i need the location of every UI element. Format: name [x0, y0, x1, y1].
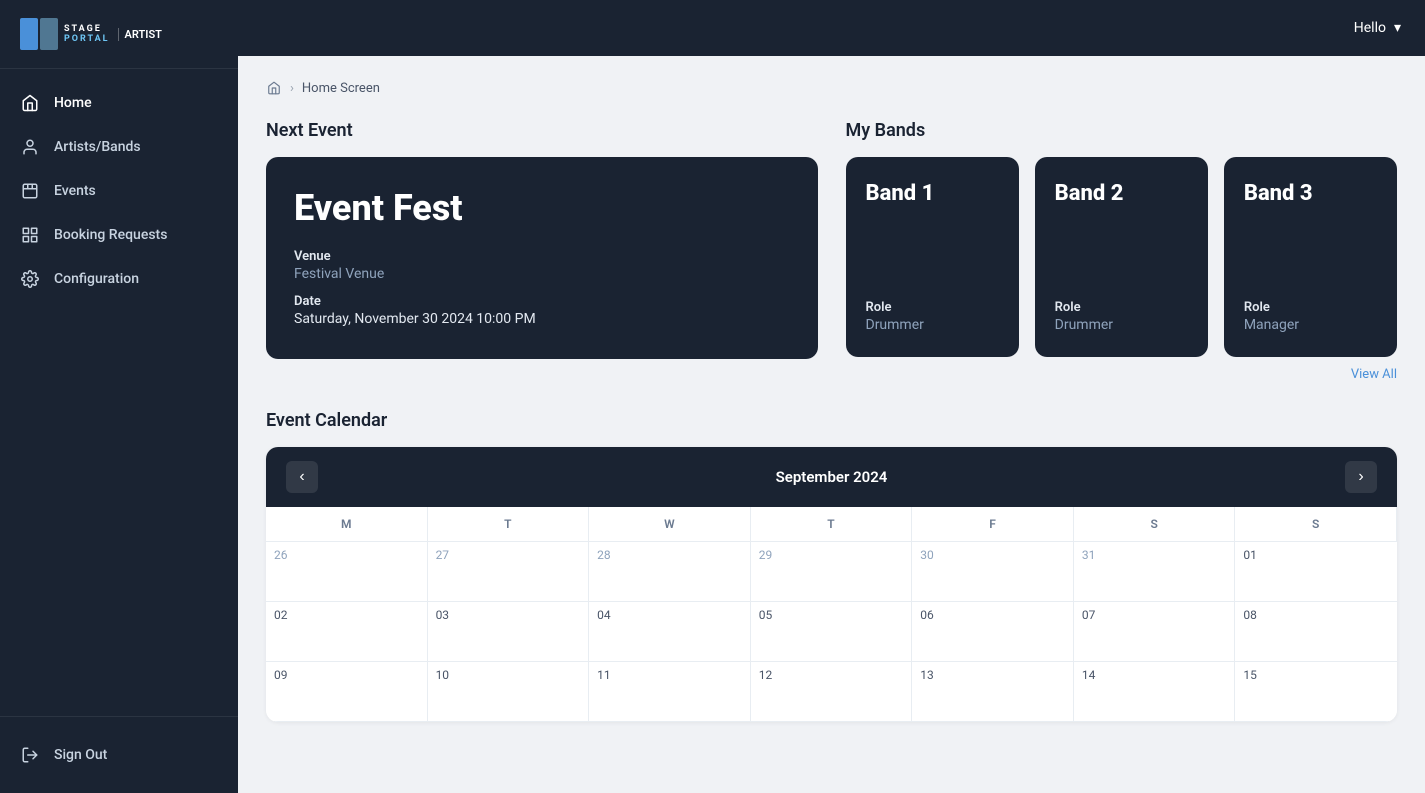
top-sections: Next Event Event Fest Venue Festival Ven…	[266, 120, 1397, 382]
cal-cell-14[interactable]: 14	[1074, 662, 1236, 722]
logo-icon	[20, 18, 58, 50]
sidebar-item-label-events: Events	[54, 183, 96, 199]
cal-cell-07[interactable]: 07	[1074, 602, 1236, 662]
calendar-next-button[interactable]: ›	[1345, 461, 1377, 493]
cal-cell-03[interactable]: 03	[428, 602, 590, 662]
sidebar-footer: Sign Out	[0, 716, 238, 793]
topbar: Hello ▾	[238, 0, 1425, 56]
band-name-0: Band 1	[866, 181, 999, 206]
cal-cell-01[interactable]: 01	[1235, 542, 1397, 602]
cal-header-sat: S	[1074, 507, 1236, 542]
cal-header-sun: S	[1235, 507, 1397, 542]
main-area: Hello ▾ › Home Screen Next Event Event F…	[238, 0, 1425, 793]
next-event-title: Next Event	[266, 120, 818, 141]
breadcrumb-home-icon[interactable]	[266, 80, 282, 96]
date-value: Saturday, November 30 2024 10:00 PM	[294, 311, 790, 327]
logo: STAGE PORTAL ARTIST	[0, 0, 238, 69]
breadcrumb: › Home Screen	[266, 80, 1397, 96]
cal-cell-27a[interactable]: 27	[428, 542, 590, 602]
my-bands-title: My Bands	[846, 120, 1398, 141]
cal-cell-13[interactable]: 13	[912, 662, 1074, 722]
cal-cell-04[interactable]: 04	[589, 602, 751, 662]
cal-header-fri: F	[912, 507, 1074, 542]
event-calendar-section: Event Calendar ‹ September 2024 › M T W …	[266, 410, 1397, 722]
cal-cell-29a[interactable]: 29	[751, 542, 913, 602]
event-name: Event Fest	[294, 189, 790, 229]
next-event-card[interactable]: Event Fest Venue Festival Venue Date Sat…	[266, 157, 818, 359]
sidebar-item-home[interactable]: Home	[0, 81, 238, 125]
band-role-value-1: Drummer	[1055, 317, 1188, 333]
cal-cell-09[interactable]: 09	[266, 662, 428, 722]
user-icon	[20, 137, 40, 157]
logo-portal: PORTAL	[64, 34, 110, 44]
cal-cell-10[interactable]: 10	[428, 662, 590, 722]
band-name-1: Band 2	[1055, 181, 1188, 206]
band-card-0[interactable]: Band 1 Role Drummer	[846, 157, 1019, 357]
sidebar-item-events[interactable]: Events	[0, 169, 238, 213]
band-role-label-2: Role	[1244, 300, 1377, 315]
calendar-header: ‹ September 2024 ›	[266, 447, 1397, 507]
view-all-link[interactable]: View All	[1351, 367, 1397, 382]
sidebar-item-artists-bands[interactable]: Artists/Bands	[0, 125, 238, 169]
sidebar-item-label-artists: Artists/Bands	[54, 139, 141, 155]
user-dropdown[interactable]: Hello ▾	[1354, 20, 1401, 36]
cal-header-mon: M	[266, 507, 428, 542]
main-content: › Home Screen Next Event Event Fest Venu…	[238, 56, 1425, 793]
venue-value: Festival Venue	[294, 266, 790, 282]
venue-label: Venue	[294, 249, 790, 264]
cal-cell-02[interactable]: 02	[266, 602, 428, 662]
cal-cell-08[interactable]: 08	[1235, 602, 1397, 662]
sign-out-label: Sign Out	[54, 747, 107, 763]
booking-icon	[20, 225, 40, 245]
bands-grid: Band 1 Role Drummer Band 2 Role Drummer	[846, 157, 1398, 357]
band-role-label-0: Role	[866, 300, 999, 315]
home-icon	[20, 93, 40, 113]
sidebar-item-configuration[interactable]: Configuration	[0, 257, 238, 301]
sidebar-item-label-home: Home	[54, 95, 92, 111]
breadcrumb-separator: ›	[290, 81, 294, 96]
calendar-card: ‹ September 2024 › M T W T F S S 26 27	[266, 447, 1397, 722]
cal-cell-12[interactable]: 12	[751, 662, 913, 722]
cal-cell-15[interactable]: 15	[1235, 662, 1397, 722]
gear-icon	[20, 269, 40, 289]
sidebar-item-booking-requests[interactable]: Booking Requests	[0, 213, 238, 257]
cal-cell-30a[interactable]: 30	[912, 542, 1074, 602]
sidebar-item-label-config: Configuration	[54, 271, 139, 287]
sidebar-nav: Home Artists/Bands Events	[0, 69, 238, 716]
next-event-section: Next Event Event Fest Venue Festival Ven…	[266, 120, 818, 382]
breadcrumb-current: Home Screen	[302, 81, 380, 96]
cal-cell-06[interactable]: 06	[912, 602, 1074, 662]
event-calendar-title: Event Calendar	[266, 410, 1397, 431]
band-role-label-1: Role	[1055, 300, 1188, 315]
logo-artist: ARTIST	[118, 28, 162, 41]
cal-header-wed: W	[589, 507, 751, 542]
sign-out-icon	[20, 745, 40, 765]
band-card-2[interactable]: Band 3 Role Manager	[1224, 157, 1397, 357]
events-icon	[20, 181, 40, 201]
view-all-row: View All	[846, 367, 1398, 382]
cal-cell-26a[interactable]: 26	[266, 542, 428, 602]
cal-cell-11[interactable]: 11	[589, 662, 751, 722]
cal-cell-31a[interactable]: 31	[1074, 542, 1236, 602]
date-label: Date	[294, 294, 790, 309]
dropdown-chevron-icon: ▾	[1394, 20, 1401, 36]
calendar-month-label: September 2024	[776, 468, 888, 486]
sign-out-button[interactable]: Sign Out	[0, 733, 238, 777]
band-role-value-2: Manager	[1244, 317, 1377, 333]
sidebar: STAGE PORTAL ARTIST Home	[0, 0, 238, 793]
calendar-prev-button[interactable]: ‹	[286, 461, 318, 493]
calendar-grid: M T W T F S S 26 27 28 29 30 31 01 02	[266, 507, 1397, 722]
user-greeting: Hello	[1354, 20, 1386, 36]
band-role-value-0: Drummer	[866, 317, 999, 333]
cal-header-thu: T	[751, 507, 913, 542]
band-name-2: Band 3	[1244, 181, 1377, 206]
cal-cell-28a[interactable]: 28	[589, 542, 751, 602]
logo-stage: STAGE	[64, 24, 110, 34]
cal-header-tue: T	[428, 507, 590, 542]
sidebar-item-label-booking: Booking Requests	[54, 227, 167, 243]
band-card-1[interactable]: Band 2 Role Drummer	[1035, 157, 1208, 357]
my-bands-section: My Bands Band 1 Role Drummer Band 2 Role	[846, 120, 1398, 382]
cal-cell-05[interactable]: 05	[751, 602, 913, 662]
